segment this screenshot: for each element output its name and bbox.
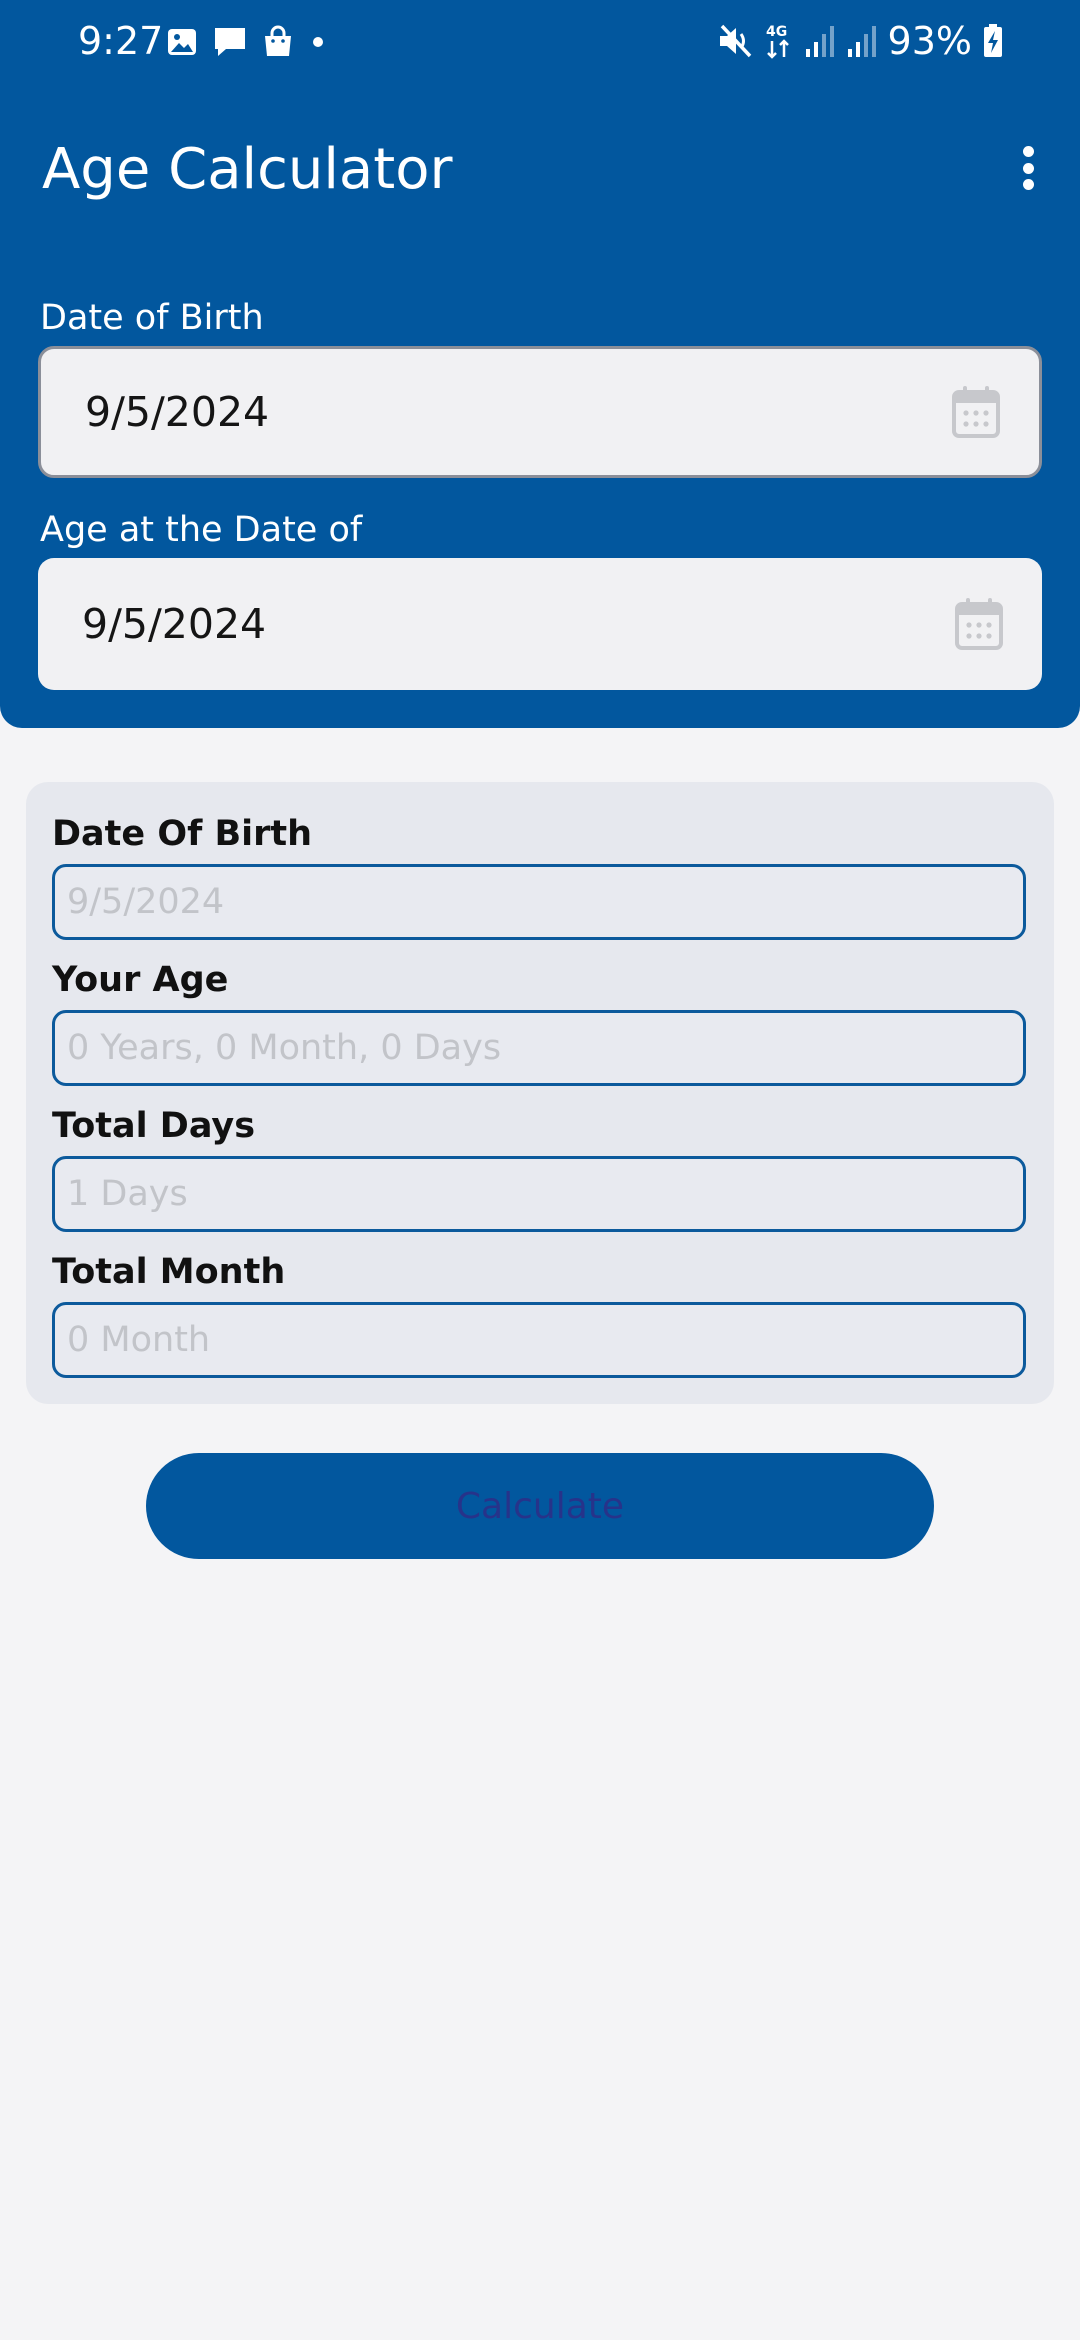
result-days-label: Total Days [52,1106,256,1146]
calendar-icon[interactable] [951,385,1001,439]
result-age-field[interactable]: 0 Years, 0 Month, 0 Days [52,1010,1026,1086]
dob-date-field[interactable]: 9/5/2024 [38,346,1042,478]
battery-charging-icon [984,24,1002,57]
dob-label: Date of Birth [40,298,264,338]
network-4g-icon: 4G [766,24,789,59]
header-panel: 9:27 4G 93% Age Calculator Date of Birth… [0,0,1080,728]
battery-percent: 93% [887,19,972,63]
signal-icon-1 [805,26,834,57]
age-at-date-field[interactable]: 9/5/2024 [38,558,1042,690]
result-month-label: Total Month [52,1252,286,1292]
status-bar: 9:27 4G 93% [0,0,1080,82]
result-month-field[interactable]: 0 Month [52,1302,1026,1378]
signal-icon-2 [847,26,876,57]
gallery-icon [168,29,196,55]
status-right: 4G 93% [716,18,1004,64]
dob-value: 9/5/2024 [85,388,270,436]
status-time: 9:27 [78,19,164,63]
svg-text:4G: 4G [766,24,787,40]
mute-icon [719,24,751,58]
age-at-label: Age at the Date of [40,510,363,550]
result-days-field[interactable]: 1 Days [52,1156,1026,1232]
result-dob-label: Date Of Birth [52,814,313,854]
more-options-icon[interactable] [1008,140,1048,196]
message-icon [215,28,245,56]
result-age-label: Your Age [52,960,229,1000]
result-card: Date Of Birth 9/5/2024 Your Age 0 Years,… [26,782,1054,1404]
notification-icons [166,22,328,62]
shopping-bag-icon [265,25,291,56]
calendar-icon[interactable] [954,597,1004,651]
age-at-value: 9/5/2024 [82,600,267,648]
result-dob-field[interactable]: 9/5/2024 [52,864,1026,940]
dot-icon [313,37,323,47]
app-title: Age Calculator [42,137,453,202]
calculate-button[interactable]: Calculate [146,1453,934,1559]
